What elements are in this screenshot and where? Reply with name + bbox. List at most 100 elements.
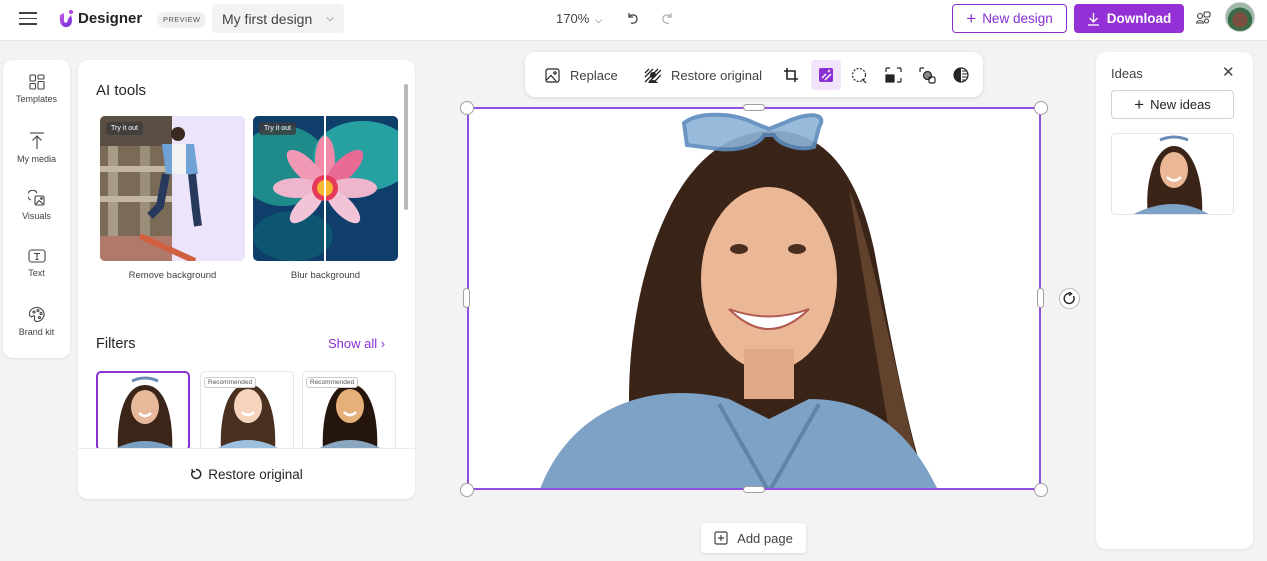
left-rail: Templates My media Visuals Text Brand ki…	[3, 60, 70, 358]
ai-tools-panel: AI tools Try it out Remove background Tr…	[78, 60, 415, 499]
restore-original-button[interactable]: Restore original	[78, 448, 415, 499]
filter-thumbnail	[114, 376, 176, 449]
resize-handle-top-right[interactable]	[1034, 101, 1048, 115]
resize-handle-right[interactable]	[1037, 288, 1044, 308]
restore-original-label: Restore original	[208, 466, 303, 482]
share-people-icon[interactable]	[1195, 10, 1212, 27]
chevron-right-icon: ›	[380, 336, 386, 351]
try-it-out-badge: Try it out	[259, 122, 296, 135]
blur-background-label: Blur background	[290, 270, 361, 281]
filter-original[interactable]	[96, 371, 190, 451]
rail-label: Text	[28, 268, 45, 278]
resize-handle-top[interactable]	[743, 104, 765, 111]
plus-icon: +	[1134, 95, 1145, 114]
frame-icon	[884, 67, 902, 83]
new-ideas-label: New ideas	[1150, 97, 1211, 112]
rail-item-visuals[interactable]: Visuals	[3, 190, 70, 240]
design-canvas[interactable]	[467, 107, 1041, 490]
frame-button[interactable]	[878, 60, 908, 90]
restore-original-toolbar-button[interactable]: Restore original	[644, 60, 762, 90]
rail-item-templates[interactable]: Templates	[3, 74, 70, 124]
text-icon	[27, 249, 46, 263]
blur-background-card[interactable]: Try it out	[253, 116, 398, 261]
preview-badge: PREVIEW	[157, 12, 207, 28]
adjust-contrast-icon	[953, 67, 969, 83]
rail-label: My media	[16, 154, 56, 164]
idea-image	[1134, 135, 1209, 214]
app-brand: Designer	[78, 10, 143, 27]
image-icon	[545, 67, 560, 83]
download-icon	[1087, 12, 1099, 26]
remove-background-card[interactable]: Try it out	[100, 116, 245, 261]
add-page-icon	[714, 531, 728, 545]
resize-handle-left[interactable]	[463, 288, 470, 308]
lasso-select-button[interactable]	[844, 60, 874, 90]
try-it-out-badge: Try it out	[106, 122, 143, 135]
rail-item-text[interactable]: Text	[3, 248, 70, 298]
blur-bg-icon	[918, 66, 936, 84]
image-toolbar: Replace Restore original	[525, 52, 983, 97]
zoom-dropdown[interactable]: 170% ⌵	[556, 11, 602, 26]
zoom-level: 170%	[556, 11, 590, 26]
new-ideas-button[interactable]: + New ideas	[1111, 90, 1234, 119]
rail-label: Templates	[15, 94, 58, 104]
templates-icon	[28, 74, 45, 90]
filter-recommended-1[interactable]: Recommended	[200, 371, 294, 451]
panel-scrollbar[interactable]	[404, 84, 408, 210]
restore-icon	[191, 468, 202, 480]
resize-handle-top-left[interactable]	[460, 101, 474, 115]
adjust-button[interactable]	[946, 60, 976, 90]
ideas-heading: Ideas	[1111, 66, 1143, 81]
menu-icon[interactable]	[19, 12, 37, 26]
visuals-icon	[27, 190, 45, 206]
rail-label: Visuals	[22, 211, 51, 221]
new-design-label: New design	[982, 11, 1053, 26]
ai-tools-heading: AI tools	[96, 82, 147, 99]
designer-logo-icon	[59, 10, 73, 28]
upload-icon	[29, 132, 44, 149]
blur-background-thumbnail	[253, 116, 398, 261]
new-design-button[interactable]: + New design	[952, 4, 1067, 33]
rail-item-brand-kit[interactable]: Brand kit	[3, 306, 70, 356]
design-name-dropdown[interactable]: My first design ⌵	[212, 4, 344, 33]
rotate-icon	[1063, 292, 1075, 305]
undo-icon[interactable]	[625, 10, 641, 26]
recommended-badge: Recommended	[204, 377, 257, 388]
rail-item-my-media[interactable]: My media	[3, 132, 70, 182]
close-icon[interactable]: ✕	[1222, 65, 1235, 80]
lasso-select-icon	[851, 67, 866, 83]
chevron-down-icon: ⌵	[595, 15, 603, 25]
replace-button[interactable]: Replace	[545, 60, 618, 90]
crop-button[interactable]	[776, 60, 806, 90]
resize-handle-bottom-left[interactable]	[460, 483, 474, 497]
replace-label: Replace	[570, 67, 618, 83]
add-page-label: Add page	[737, 530, 793, 546]
resize-handle-bottom[interactable]	[743, 486, 765, 493]
ideas-panel: Ideas ✕ + New ideas	[1096, 52, 1253, 549]
resize-handle-bottom-right[interactable]	[1034, 483, 1048, 497]
user-avatar[interactable]	[1225, 2, 1255, 32]
show-all-link[interactable]: Show all ›	[328, 336, 385, 351]
add-page-button[interactable]: Add page	[701, 523, 806, 553]
rail-label: Brand kit	[18, 327, 55, 337]
chevron-down-icon: ⌵	[326, 13, 334, 24]
download-button[interactable]: Download	[1074, 4, 1184, 33]
canvas-photo	[540, 112, 937, 488]
top-bar: Designer PREVIEW My first design ⌵ 170% ⌵…	[0, 0, 1267, 41]
palette-icon	[28, 306, 45, 323]
magic-edit-button[interactable]	[811, 60, 841, 90]
remove-background-label: Remove background	[128, 270, 217, 281]
recommended-badge: Recommended	[306, 377, 359, 388]
idea-thumbnail[interactable]	[1111, 133, 1234, 215]
magic-edit-icon	[819, 68, 833, 82]
redo-icon[interactable]	[659, 10, 675, 26]
crop-icon	[784, 68, 798, 82]
design-name-label: My first design	[222, 10, 313, 27]
filters-heading: Filters	[96, 336, 136, 352]
show-all-label: Show all	[328, 336, 378, 351]
rotate-handle[interactable]	[1059, 288, 1080, 309]
filter-recommended-2[interactable]: Recommended	[302, 371, 396, 451]
remove-background-thumbnail	[100, 116, 245, 261]
restore-original-label: Restore original	[671, 67, 763, 83]
blur-background-button[interactable]	[912, 60, 942, 90]
